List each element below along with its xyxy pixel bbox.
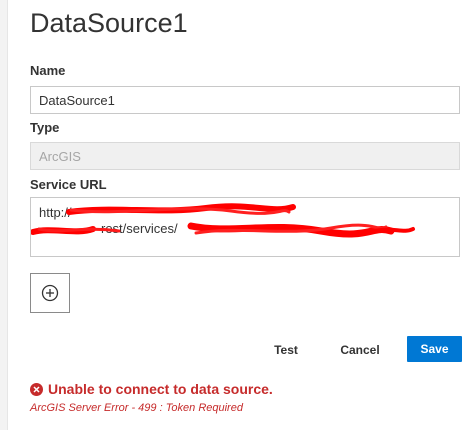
service-url-textarea[interactable]: http:// rest/services/ [30, 197, 460, 257]
plus-circle-icon [41, 284, 59, 302]
test-button[interactable]: Test [266, 336, 306, 364]
type-label: Type [30, 120, 60, 135]
type-value: ArcGIS [39, 148, 81, 164]
add-button[interactable] [30, 273, 70, 313]
error-detail: ArcGIS Server Error - 499 : Token Requir… [30, 402, 243, 414]
cancel-button[interactable]: Cancel [334, 336, 386, 364]
name-label: Name [30, 63, 66, 78]
name-input[interactable] [30, 86, 460, 114]
error-x-circle-icon [30, 382, 43, 396]
error-title: Unable to connect to data source. [48, 381, 273, 397]
panel-left-edge [0, 0, 8, 430]
service-url-line-1: http:// [39, 205, 72, 220]
service-url-label: Service URL [30, 177, 107, 192]
error-message: Unable to connect to data source. [30, 381, 273, 397]
save-button[interactable]: Save [407, 336, 462, 362]
page-title: DataSource1 [30, 8, 188, 38]
service-url-line-2: rest/services/ [101, 221, 178, 236]
type-field: ArcGIS [30, 142, 460, 170]
